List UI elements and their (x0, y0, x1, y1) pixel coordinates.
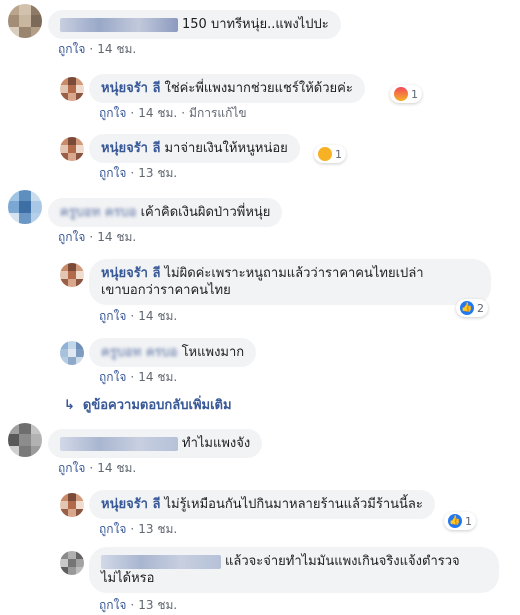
angry-reaction-icon (394, 87, 408, 101)
comment-text: เค้าคิดเงินผิดป่าวพี่หนุ่ย (140, 205, 271, 220)
comment-text: มาจ่ายเงินให้หนูหน่อย (164, 141, 288, 156)
commenter-name[interactable]: ครูบอท ครบอ (60, 205, 137, 220)
reaction-summary[interactable]: 1 (314, 145, 346, 163)
comment-bubble: แล้วจะจ่ายทำไมมันแพงเกินจริงแจ้งตำรวจไม่… (89, 547, 499, 593)
commenter-name-blurred[interactable] (60, 436, 178, 451)
comment-text: ไม่ผิดค่ะเพราะหนูถามแล้วว่าราคาคนไทยเปล่… (164, 266, 424, 281)
commenter-name[interactable]: หนุ่ยจรัา ลี (101, 266, 160, 281)
comment-text: 150 บาทรีหนุ่ย..แพงไปปะ (182, 17, 329, 32)
comment-text: ทำไมแพงจัง (182, 436, 251, 451)
timestamp[interactable]: 13 ชม. (138, 166, 177, 180)
comment-bubble: 150 บาทรีหนุ่ย..แพงไปปะ (48, 10, 341, 39)
comment-bubble: ครูบอท ครบอ โหแพงมาก (89, 338, 257, 367)
like-button[interactable]: ถูกใจ (99, 370, 126, 384)
like-button[interactable]: ถูกใจ (58, 230, 85, 244)
avatar[interactable] (60, 77, 84, 101)
timestamp[interactable]: 14 ชม. (97, 230, 136, 244)
comment-text: โหแพงมาก (181, 345, 245, 360)
commenter-name-blurred[interactable] (101, 554, 221, 569)
edited-label[interactable]: มีการแก้ไข (189, 106, 247, 120)
like-button[interactable]: ถูกใจ (99, 309, 126, 323)
commenter-name[interactable]: หนุ่ยจรัา ลี (101, 141, 160, 156)
avatar[interactable] (60, 341, 84, 365)
avatar[interactable] (60, 263, 84, 287)
like-button[interactable]: ถูกใจ (99, 106, 126, 120)
timestamp[interactable]: 14 ชม. (138, 106, 177, 120)
avatar[interactable] (8, 190, 42, 224)
view-more-replies[interactable]: ↳ ดูข้อความตอบกลับเพิ่มเติม (64, 394, 232, 415)
comment-text-line2: ไม่ได้หรอ (101, 571, 155, 586)
comment-meta: ถูกใจ · 13 ชม. (99, 598, 178, 612)
comment-bubble: หนุ่ยจรัา ลี ใช่ค่ะพี่แพงมากช่วยแชร์ให้ด้… (89, 74, 365, 103)
comment-bubble: หนุ่ยจรัา ลี มาจ่ายเงินให้หนูหน่อย (89, 134, 300, 163)
comment-text-line2: เขาบอกว่าราคาคนไทย (101, 283, 231, 298)
comment-meta: ถูกใจ · 14 ชม. · มีการแก้ไข (99, 106, 247, 120)
timestamp[interactable]: 14 ชม. (138, 309, 177, 323)
comment-meta: ถูกใจ · 14 ชม. (58, 230, 137, 244)
commenter-name[interactable]: ครูบอท ครบอ (101, 345, 178, 360)
avatar[interactable] (8, 423, 42, 457)
like-button[interactable]: ถูกใจ (58, 42, 85, 56)
comment-bubble: หนุ่ยจรัา ลี ไม่ผิดค่ะเพราะหนูถามแล้วว่าร… (89, 259, 491, 305)
timestamp[interactable]: 13 ชม. (138, 522, 177, 536)
comment-meta: ถูกใจ · 13 ชม. (99, 522, 178, 536)
commenter-name[interactable]: หนุ่ยจรัา ลี (101, 497, 160, 512)
haha-reaction-icon (318, 147, 332, 161)
comment-text: ไม่รู้เหมือนกันไปกินมาหลายร้านแล้วมีร้าน… (164, 497, 423, 512)
comment-meta: ถูกใจ · 13 ชม. (99, 166, 178, 180)
like-button[interactable]: ถูกใจ (99, 522, 126, 536)
comment-bubble: ครูบอท ครบอ เค้าคิดเงินผิดป่าวพี่หนุ่ย (48, 198, 283, 227)
avatar[interactable] (60, 551, 84, 575)
like-button[interactable]: ถูกใจ (58, 461, 85, 475)
timestamp[interactable]: 14 ชม. (97, 42, 136, 56)
comment-meta: ถูกใจ · 14 ชม. (99, 370, 178, 384)
commenter-name[interactable]: หนุ่ยจรัา ลี (101, 81, 160, 96)
like-button[interactable]: ถูกใจ (99, 166, 126, 180)
timestamp[interactable]: 14 ชม. (97, 461, 136, 475)
comment-meta: ถูกใจ · 14 ชม. (58, 461, 137, 475)
comment-bubble: หนุ่ยจรัา ลี ไม่รู้เหมือนกันไปกินมาหลายร้… (89, 490, 435, 519)
avatar[interactable] (8, 4, 42, 38)
reaction-summary[interactable]: 👍 1 (444, 512, 476, 530)
reaction-summary[interactable]: 1 (390, 85, 422, 103)
comment-text: แล้วจะจ่ายทำไมมันแพงเกินจริงแจ้งตำรวจ (225, 554, 460, 569)
comment-bubble: ทำไมแพงจัง (48, 429, 263, 458)
timestamp[interactable]: 14 ชม. (138, 370, 177, 384)
avatar[interactable] (60, 137, 84, 161)
like-reaction-icon: 👍 (460, 301, 474, 315)
reply-arrow-icon: ↳ (64, 398, 75, 413)
like-reaction-icon: 👍 (448, 514, 462, 528)
commenter-name-blurred[interactable] (60, 17, 178, 32)
comment-meta: ถูกใจ · 14 ชม. (99, 309, 178, 323)
comment-meta: ถูกใจ · 14 ชม. (58, 42, 137, 56)
reaction-summary[interactable]: 👍 2 (456, 299, 488, 317)
avatar[interactable] (60, 493, 84, 517)
comment-text: ใช่ค่ะพี่แพงมากช่วยแชร์ให้ด้วยค่ะ (164, 81, 353, 96)
